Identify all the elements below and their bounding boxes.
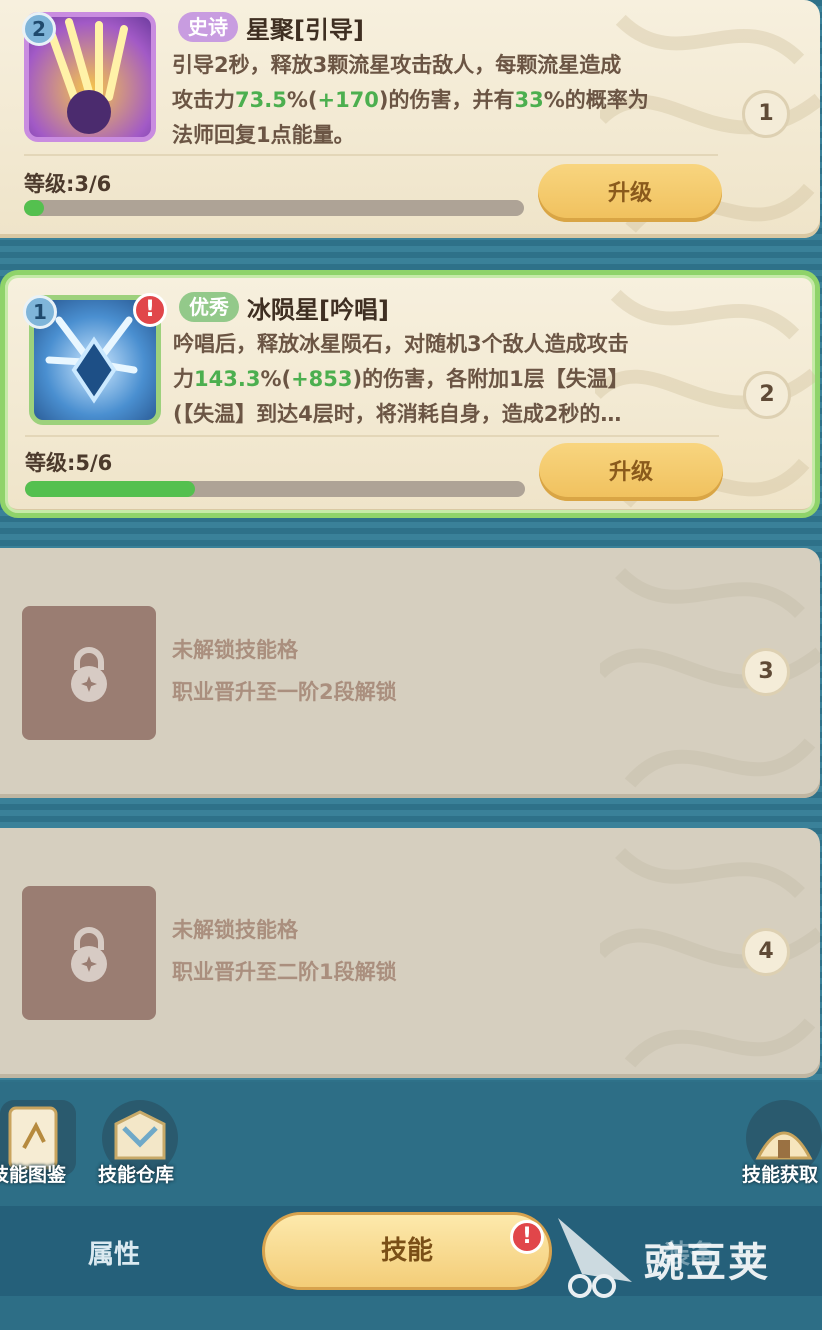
rarity-tag: 史诗: [178, 12, 238, 42]
level-label: 等级:5/6: [25, 451, 113, 475]
tab-attributes[interactable]: 属性: [88, 1234, 140, 1271]
locked-slot-3[interactable]: 未解锁技能格 职业晋升至一阶2段解锁 3: [0, 548, 820, 798]
watermark: 豌豆荚: [552, 1212, 812, 1302]
tab-skills[interactable]: 技能: [262, 1212, 552, 1290]
level-label: 等级:3/6: [24, 172, 112, 196]
level-progress-fill: [25, 481, 195, 497]
skill-order-badge: 2: [22, 12, 56, 46]
alert-icon: !: [133, 293, 167, 327]
lock-icon: [71, 647, 107, 702]
locked-slot-4[interactable]: 未解锁技能格 职业晋升至二阶1段解锁 4: [0, 828, 820, 1078]
level-progress-bar: [25, 481, 525, 497]
divider: [24, 154, 718, 156]
unlock-condition: 职业晋升至一阶2段解锁: [172, 680, 397, 704]
slot-number: 2: [743, 371, 791, 419]
skill-description: 引导2秒，释放3颗流星攻击敌人，每颗流星造成 攻击力73.5%(+170)的伤害…: [172, 53, 649, 147]
upgrade-button[interactable]: 升级: [539, 443, 723, 501]
wandoujia-logo-icon: [558, 1218, 632, 1298]
slot-number: 4: [742, 928, 790, 976]
skill-warehouse-label: 技能仓库: [98, 1164, 175, 1186]
rarity-tag: 优秀: [179, 292, 239, 322]
skill-codex-button[interactable]: 技能图鉴: [0, 1100, 80, 1200]
skill-name: 冰陨星[吟唱]: [247, 296, 389, 324]
skill-acquire-label: 技能获取: [742, 1164, 819, 1186]
upgrade-button[interactable]: 升级: [538, 164, 722, 222]
locked-title: 未解锁技能格: [172, 918, 298, 942]
level-progress-bar: [24, 200, 524, 216]
alert-icon: !: [510, 1220, 544, 1254]
level-progress-fill: [24, 200, 44, 216]
skill-slot-1[interactable]: 2 史诗 星聚[引导] 引导2秒，释放3颗流星攻击敌人，每颗流星造成 攻击力73…: [0, 0, 820, 238]
skill-description: 吟唱后，释放冰星陨石，对随机3个敌人造成攻击 力143.3%(+853)的伤害，…: [173, 332, 629, 426]
lock-icon-box: [22, 886, 156, 1020]
skill-slot-2[interactable]: 1 ! 优秀 冰陨星[吟唱] 吟唱后，释放冰星陨石，对随机3个敌人造成攻击 力1…: [0, 270, 820, 518]
unlock-condition: 职业晋升至二阶1段解锁: [172, 960, 397, 984]
slot-number: 1: [742, 90, 790, 138]
locked-title: 未解锁技能格: [172, 638, 298, 662]
lock-icon: [71, 927, 107, 982]
skill-codex-label: 技能图鉴: [0, 1164, 67, 1186]
skill-order-badge: 1: [23, 295, 57, 329]
skill-name: 星聚[引导]: [246, 16, 364, 44]
slot-number: 3: [742, 648, 790, 696]
divider: [25, 435, 719, 437]
lock-icon-box: [22, 606, 156, 740]
skill-warehouse-button[interactable]: 技能仓库: [96, 1100, 188, 1200]
skill-acquire-button[interactable]: 技能获取: [740, 1100, 822, 1200]
